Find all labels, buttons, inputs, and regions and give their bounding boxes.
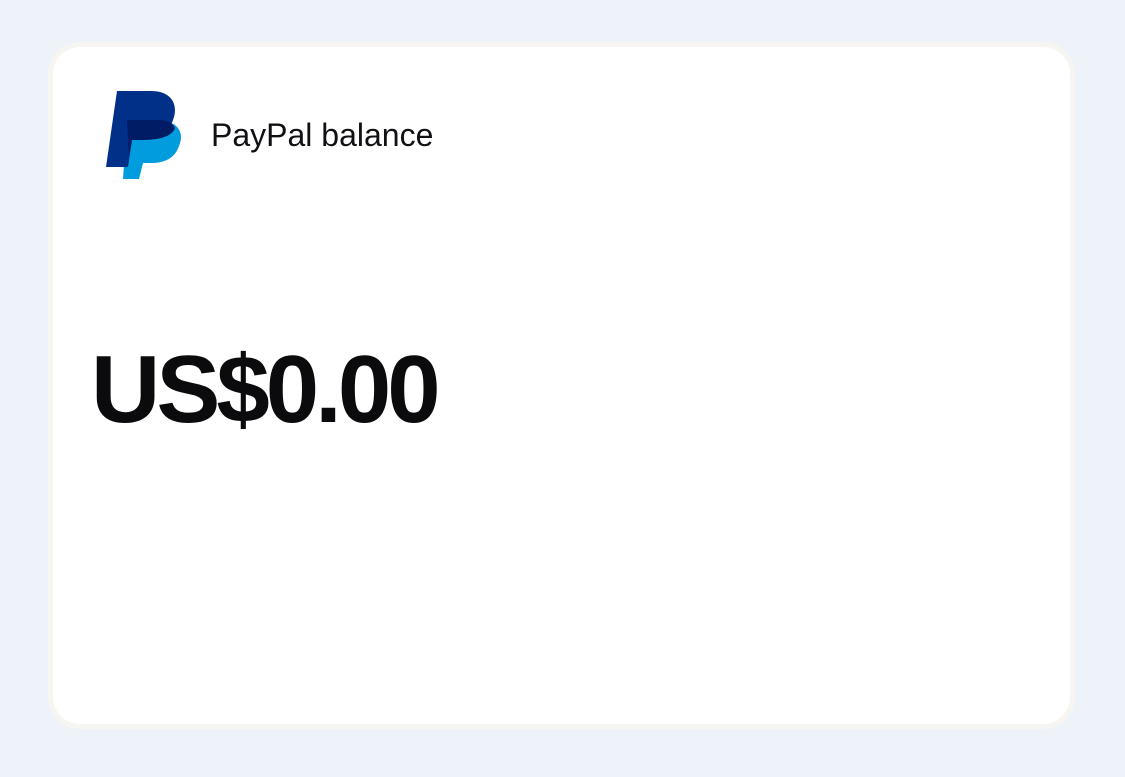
paypal-logo-icon <box>106 91 181 179</box>
paypal-balance-card[interactable]: PayPal balance US$0.00 <box>48 42 1075 729</box>
balance-title: PayPal balance <box>211 117 434 153</box>
balance-amount: US$0.00 <box>91 336 441 443</box>
